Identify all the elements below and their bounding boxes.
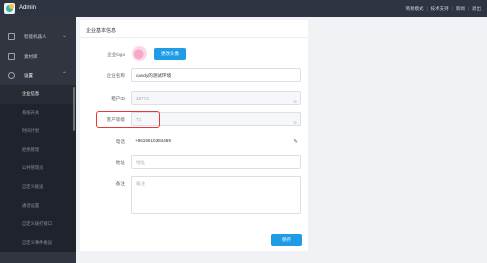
save-button[interactable]: 保存 [271,234,302,246]
sidebar-item-settings[interactable]: 设置 ⌃ [0,66,76,86]
company-name-input[interactable]: candy的测试环境 [131,68,301,82]
divider: | [467,5,469,11]
news-link[interactable]: 新闻 [456,6,465,12]
address-input[interactable]: 地址 [131,155,301,169]
avatar [132,46,147,61]
company-name-label: 企业名称 [106,73,125,78]
sidebar-item-materials[interactable]: 素材库 [0,47,76,67]
sidebar-item-call-settings[interactable]: 通话设置 [0,196,76,216]
sidebar-item-custom-event[interactable]: 自定义事件推送 [0,233,76,253]
tenant-id-input: 28773 ⊘ [131,91,301,105]
tech-support-link[interactable]: 技术支持 [431,6,449,12]
sidebar-item-label: 智能机器人 [24,34,47,39]
customer-level-highlight [96,111,160,128]
divider: | [426,5,428,11]
company-name-value: candy的测试环境 [136,73,172,78]
settings-submenu: 企业信息 系统开关 时间计划 拒绝管理 公共管理员 自定义推送 通话设置 自定义… [0,85,76,253]
divider: | [451,5,453,11]
sidebar-item-admins[interactable]: 公共管理员 [0,159,76,178]
lock-icon: ⊘ [293,119,297,125]
header-links: 简易模式 | 技术支持 | 新闻 | 退出 [405,6,481,12]
divider [80,37,308,38]
remark-label: 备注 [115,181,125,186]
phone-label: 电话 [115,139,125,144]
sidebar-item-custom-dial[interactable]: 自定义拨打接口 [0,215,76,234]
app-title: Admin [19,5,37,11]
tenant-id-value: 28773 [136,96,149,101]
robot-icon [8,33,15,40]
app-logo-icon [4,3,15,14]
sidebar-item-time-plan[interactable]: 时间计划 [0,122,76,141]
sidebar-item-reject[interactable]: 拒绝管理 [0,140,76,160]
change-avatar-button[interactable]: 更改头像 [154,48,186,60]
edit-icon[interactable]: ✎ [293,136,298,149]
remark-textarea[interactable]: 备注 [131,176,301,214]
phone-value: +8615510384469 [135,138,171,143]
logo-label: 企业logo [107,52,125,57]
sidebar-item-custom-push[interactable]: 自定义推送 [0,177,76,197]
logout-link[interactable]: 退出 [472,6,481,12]
remark-placeholder: 备注 [136,181,146,186]
phone-field: +8615510384469 ✎ [131,134,301,148]
folder-icon [8,53,15,60]
sidebar-item-label: 设置 [24,73,33,78]
card-title: 企业基本信息 [86,28,117,34]
tenant-id-label: 租户ID [111,96,125,101]
gear-icon [8,72,15,79]
top-bar: Admin 简易模式 | 技术支持 | 新闻 | 退出 [0,0,487,17]
chevron-up-icon: ⌃ [62,72,68,78]
simple-mode-link[interactable]: 简易模式 [405,6,423,12]
address-label: 地址 [115,160,125,165]
chevron-down-icon: ⌄ [62,33,68,39]
lock-icon: ⊘ [293,98,297,104]
sidebar-item-label: 素材库 [24,54,38,59]
sidebar-item-company-info[interactable]: 企业信息 [0,85,76,104]
sidebar-item-system-switch[interactable]: 系统开关 [0,103,76,123]
sidebar: 智能机器人 ⌄ 素材库 设置 ⌃ 企业信息 系统开关 时间计划 拒绝管理 公共管… [0,17,76,263]
sidebar-scrollbar[interactable] [73,87,75,131]
address-placeholder: 地址 [136,160,146,165]
sidebar-item-robot[interactable]: 智能机器人 ⌄ [0,27,76,47]
